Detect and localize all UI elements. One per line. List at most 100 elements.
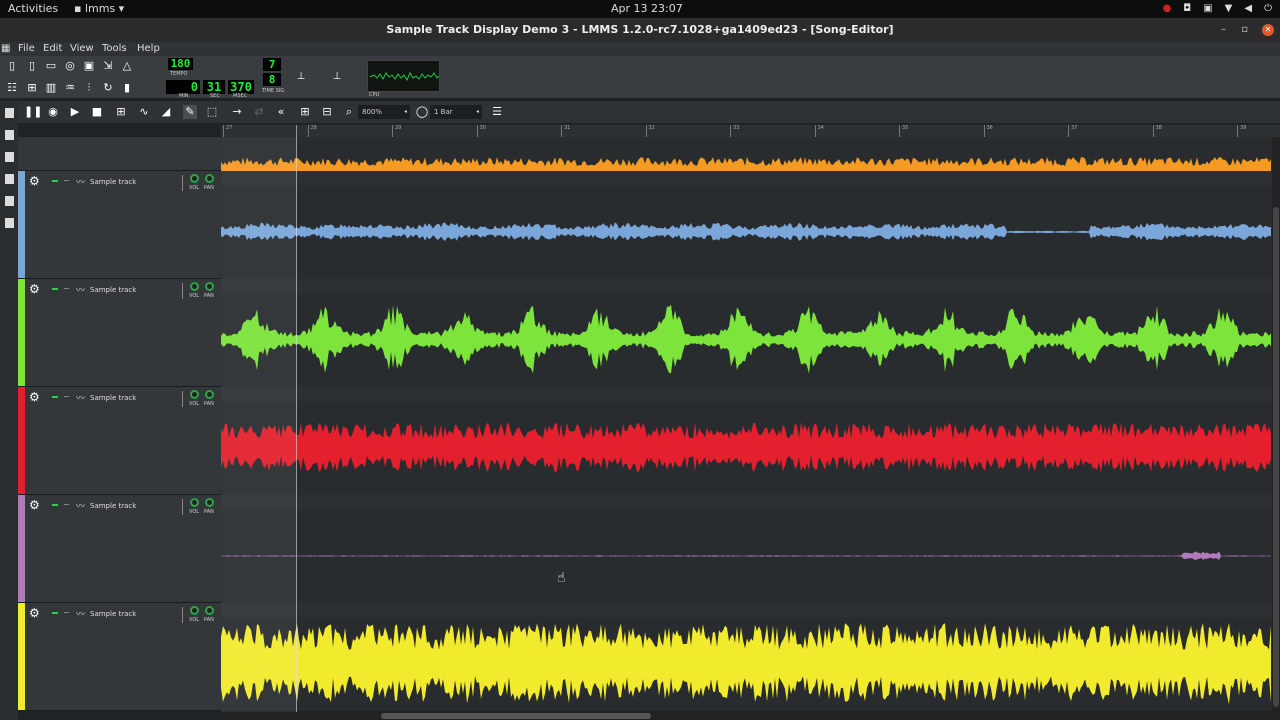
menu-view[interactable]: View <box>70 43 94 54</box>
pan-knob[interactable] <box>205 498 214 507</box>
new-from-template-icon[interactable]: ▯ <box>25 59 39 73</box>
master-pitch-slider-icon[interactable]: ⊥ <box>330 70 344 84</box>
mute-button[interactable] <box>52 180 58 182</box>
open-project-icon[interactable]: ▭ <box>44 59 58 73</box>
automation-editor-icon[interactable]: ♒ <box>63 81 77 95</box>
proportional-snap-icon[interactable]: ☰ <box>490 105 504 119</box>
add-beat-track-icon[interactable]: ⊞ <box>114 105 128 119</box>
loop-points-icon[interactable]: ⇄ <box>252 105 266 119</box>
sidebar-projects-icon[interactable] <box>5 130 14 140</box>
mute-button[interactable] <box>52 504 58 506</box>
track-settings-gear-icon[interactable]: ⚙ <box>29 175 40 187</box>
waveform[interactable] <box>221 401 1272 495</box>
time-sec-display[interactable]: 31 <box>203 80 225 94</box>
clock[interactable]: Apr 13 23:07 <box>611 2 683 15</box>
record-icon[interactable]: ◉ <box>46 105 60 119</box>
menu-help[interactable]: Help <box>137 43 160 54</box>
sidebar-samples-icon[interactable] <box>5 152 14 162</box>
track-settings-gear-icon[interactable]: ⚙ <box>29 283 40 295</box>
waveform[interactable] <box>221 185 1272 279</box>
time-min-display[interactable]: 0 <box>166 80 200 94</box>
beat-editor-icon[interactable]: ⊞ <box>25 81 39 95</box>
remove-bar-icon[interactable]: ⊟ <box>320 105 334 119</box>
new-project-icon[interactable]: ▯ <box>5 59 19 73</box>
solo-button[interactable] <box>64 612 69 613</box>
minimize-button[interactable]: – <box>1221 18 1226 42</box>
mute-button[interactable] <box>52 396 58 398</box>
pan-knob[interactable] <box>205 606 214 615</box>
draw-mode-icon[interactable]: ✎ <box>183 105 197 119</box>
time-msec-display[interactable]: 370 <box>228 80 254 94</box>
horizontal-scrollbar[interactable] <box>221 712 1272 720</box>
volume-knob[interactable] <box>190 498 199 507</box>
volume-knob[interactable] <box>190 174 199 183</box>
pan-knob[interactable] <box>205 390 214 399</box>
track-color-strip[interactable] <box>18 387 25 494</box>
zoom-combobox[interactable]: 800% ◂ <box>358 105 410 119</box>
edit-mode-icon[interactable]: ⬚ <box>205 105 219 119</box>
solo-button[interactable] <box>64 504 69 505</box>
vertical-scrollbar[interactable] <box>1272 137 1280 712</box>
stop-icon[interactable]: ■ <box>90 105 104 119</box>
tempo-display[interactable]: 180 <box>168 58 193 70</box>
waveform[interactable] <box>221 617 1272 711</box>
piano-roll-icon[interactable]: ▥ <box>44 81 58 95</box>
auto-scroll-icon[interactable]: → <box>230 105 244 119</box>
track-color-strip[interactable] <box>18 603 25 710</box>
track-settings-gear-icon[interactable]: ⚙ <box>29 499 40 511</box>
track-color-strip[interactable] <box>18 171 25 278</box>
timeline-ruler[interactable]: 27 28 29 30 31 32 33 34 35 36 37 38 39 <box>221 125 1280 137</box>
add-automation-track-icon[interactable]: ◢ <box>159 105 173 119</box>
sidebar-instruments-icon[interactable] <box>5 108 14 118</box>
app-menu[interactable]: ▪ lmms ▾ <box>74 2 124 15</box>
track-color-strip[interactable] <box>18 279 25 386</box>
time-sig-numerator[interactable]: 7 <box>263 58 281 71</box>
playhead[interactable] <box>296 125 297 715</box>
system-tray[interactable]: ● ◘ ▣ ▼ ◀ ⏻ <box>1163 3 1272 14</box>
menu-edit[interactable]: Edit <box>43 43 62 54</box>
sidebar-computer-icon[interactable] <box>5 218 14 228</box>
pause-icon[interactable]: ❚❚ <box>24 105 42 119</box>
stop-behaviour-icon[interactable]: « <box>274 105 288 119</box>
maximize-button[interactable]: ▫ <box>1241 18 1248 42</box>
mute-button[interactable] <box>52 288 58 290</box>
mixer-icon[interactable]: ⫶ <box>82 81 96 95</box>
waveform[interactable] <box>221 509 1272 603</box>
close-button[interactable]: ✕ <box>1262 24 1274 36</box>
solo-button[interactable] <box>64 180 69 181</box>
metronome-icon[interactable]: △ <box>120 59 134 73</box>
horizontal-scroll-thumb[interactable] <box>381 713 651 719</box>
solo-button[interactable] <box>64 288 69 289</box>
vertical-scroll-thumb[interactable] <box>1273 207 1279 707</box>
song-editor-icon[interactable]: ☷ <box>5 81 19 95</box>
sidebar-presets-icon[interactable] <box>5 174 14 184</box>
waveform[interactable] <box>221 293 1272 387</box>
sidebar-home-icon[interactable] <box>5 196 14 206</box>
volume-knob[interactable] <box>190 282 199 291</box>
pan-knob[interactable] <box>205 174 214 183</box>
track-name[interactable]: Sample track <box>90 178 136 186</box>
mute-button[interactable] <box>52 612 58 614</box>
solo-button[interactable] <box>64 396 69 397</box>
quantize-combobox[interactable]: 1 Bar ◂ <box>430 105 482 119</box>
master-volume-slider-icon[interactable]: ⊥ <box>294 70 308 84</box>
track-color-strip[interactable] <box>18 495 25 602</box>
track-settings-gear-icon[interactable]: ⚙ <box>29 391 40 403</box>
track-settings-gear-icon[interactable]: ⚙ <box>29 607 40 619</box>
track-name[interactable]: Sample track <box>90 286 136 294</box>
recent-projects-icon[interactable]: ◎ <box>63 59 77 73</box>
waveform-top[interactable] <box>221 137 1272 171</box>
volume-knob[interactable] <box>190 390 199 399</box>
export-icon[interactable]: ⇲ <box>101 59 115 73</box>
controller-rack-icon[interactable]: ↻ <box>101 81 115 95</box>
track-name[interactable]: Sample track <box>90 610 136 618</box>
insert-bar-icon[interactable]: ⊞ <box>298 105 312 119</box>
record-while-playing-icon[interactable]: ▶ <box>68 105 82 119</box>
project-notes-icon[interactable]: ▮ <box>120 81 134 95</box>
menu-tools[interactable]: Tools <box>102 43 127 54</box>
save-icon[interactable]: ▣ <box>82 59 96 73</box>
volume-knob[interactable] <box>190 606 199 615</box>
track-name[interactable]: Sample track <box>90 394 136 402</box>
activities-button[interactable]: Activities <box>8 2 58 15</box>
add-sample-track-icon[interactable]: ∿ <box>137 105 151 119</box>
